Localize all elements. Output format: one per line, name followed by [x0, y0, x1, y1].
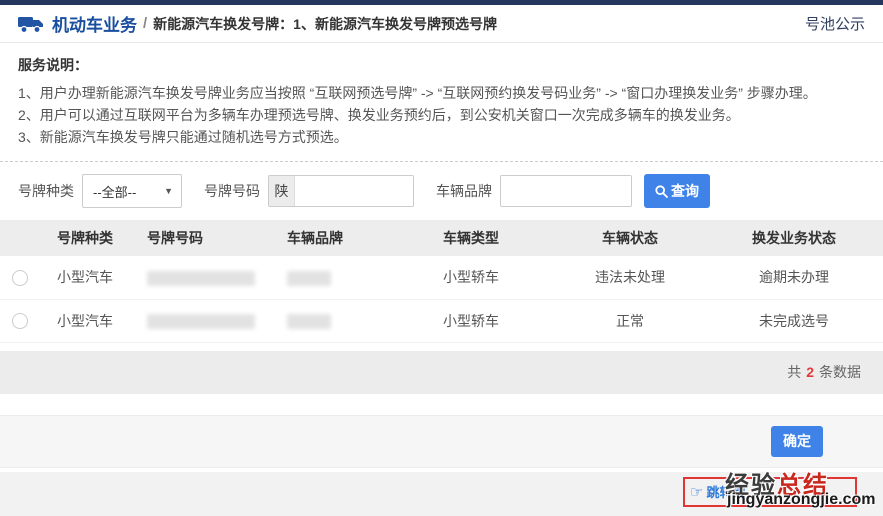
row-radio-button[interactable] [12, 270, 28, 286]
cell-biz-state: 逾期未办理 [705, 256, 883, 299]
cell-vehicle-state: 正常 [555, 299, 705, 342]
footer-strip: ☞ 跳转到 经验总结 jingyanzongjie.com [0, 472, 883, 516]
redacted-brand [287, 271, 331, 286]
plate-no-input[interactable] [295, 176, 413, 206]
service-notice: 服务说明： 1、用户办理新能源汽车换发号牌业务应当按照 “互联网预选号牌” ->… [0, 43, 883, 162]
chevron-down-icon: ▼ [164, 186, 173, 196]
header-plate-type: 号牌种类 [40, 220, 135, 256]
brand-input[interactable] [501, 176, 631, 206]
pool-publicity-link[interactable]: 号池公示 [805, 13, 865, 34]
plate-no-label: 号牌号码 [204, 181, 260, 201]
watermark: ☞ 跳转到 经验总结 jingyanzongjie.com [683, 470, 868, 516]
filter-bar: 号牌种类 --全部-- ▼ 号牌号码 陕 车辆品牌 查询 [0, 162, 883, 220]
redacted-brand [287, 314, 331, 329]
notice-line-2: 2、用户可以通过互联网平台为多辆车办理预选号牌、换发业务预约后，到公安机关窗口一… [18, 104, 865, 126]
plate-type-select[interactable]: --全部-- ▼ [82, 174, 182, 208]
page-title: 机动车业务 [52, 11, 137, 36]
cell-plate-type: 小型汽车 [40, 299, 135, 342]
plate-province-prefix: 陕 [269, 176, 295, 206]
record-count-bar: 共 2 条数据 [0, 351, 883, 394]
plate-type-selected-value: --全部-- [93, 182, 136, 201]
redacted-plate-number [147, 271, 255, 286]
vehicle-table: 号牌种类 号牌号码 车辆品牌 车辆类型 车辆状态 换发业务状态 小型汽车 小型轿… [0, 220, 883, 343]
cell-plate-type: 小型汽车 [40, 256, 135, 299]
breadcrumb: 新能源汽车换发号牌：1、新能源汽车换发号牌预选号牌 [153, 14, 497, 34]
row-radio-button[interactable] [12, 313, 28, 329]
cell-vehicle-type: 小型轿车 [425, 299, 555, 342]
redacted-plate-number [147, 314, 255, 329]
count-suffix: 条数据 [819, 362, 861, 382]
plate-type-label: 号牌种类 [18, 181, 74, 201]
notice-line-1: 1、用户办理新能源汽车换发号牌业务应当按照 “互联网预选号牌” -> “互联网预… [18, 82, 865, 104]
search-button[interactable]: 查询 [644, 174, 710, 208]
breadcrumb-separator: / [143, 15, 147, 32]
count-prefix: 共 [787, 362, 801, 382]
header-biz-state: 换发业务状态 [705, 220, 883, 256]
page: 机动车业务 / 新能源汽车换发号牌：1、新能源汽车换发号牌预选号牌 号池公示 服… [0, 0, 883, 516]
truck-icon [18, 14, 44, 34]
pointing-hand-icon: ☞ [690, 483, 703, 501]
cell-vehicle-state: 违法未处理 [555, 256, 705, 299]
header-plate-no: 号牌号码 [135, 220, 275, 256]
table-row: 小型汽车 小型轿车 违法未处理 逾期未办理 [0, 256, 883, 299]
confirm-bar: 确定 [0, 415, 883, 468]
header-radio [0, 220, 40, 256]
cell-vehicle-type: 小型轿车 [425, 256, 555, 299]
cell-biz-state: 未完成选号 [705, 299, 883, 342]
search-button-label: 查询 [671, 181, 699, 201]
table-header-row: 号牌种类 号牌号码 车辆品牌 车辆类型 车辆状态 换发业务状态 [0, 220, 883, 256]
search-icon [655, 185, 668, 198]
table-row: 小型汽车 小型轿车 正常 未完成选号 [0, 299, 883, 342]
brand-label: 车辆品牌 [436, 181, 492, 201]
record-count: 2 [806, 364, 814, 380]
header-brand: 车辆品牌 [275, 220, 425, 256]
page-header: 机动车业务 / 新能源汽车换发号牌：1、新能源汽车换发号牌预选号牌 号池公示 [0, 5, 883, 43]
header-vehicle-type: 车辆类型 [425, 220, 555, 256]
plate-no-input-group: 陕 [268, 175, 414, 207]
watermark-site-url: jingyanzongjie.com [727, 491, 875, 509]
header-vehicle-state: 车辆状态 [555, 220, 705, 256]
confirm-button[interactable]: 确定 [771, 426, 823, 457]
notice-title: 服务说明： [18, 55, 865, 75]
brand-input-group [500, 175, 632, 207]
notice-line-3: 3、新能源汽车换发号牌只能通过随机选号方式预选。 [18, 126, 865, 148]
